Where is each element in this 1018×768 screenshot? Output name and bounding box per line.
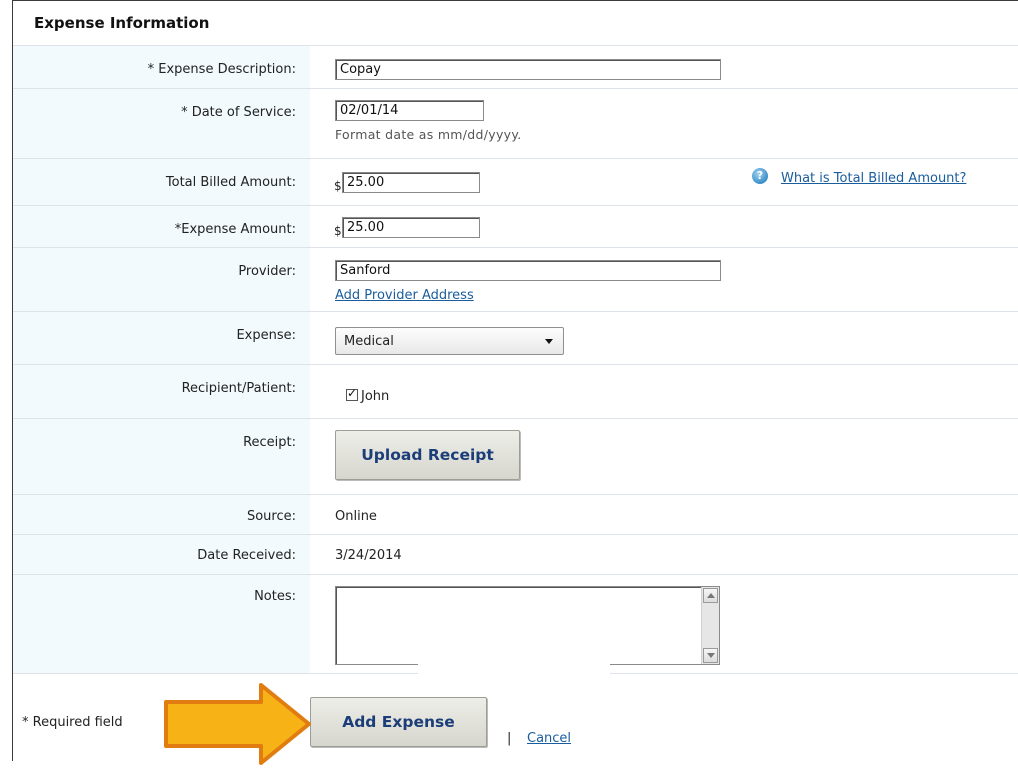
total-billed-amount-input[interactable]: 25.00 — [342, 172, 480, 193]
upload-receipt-button[interactable]: Upload Receipt — [335, 430, 520, 480]
row-recipient: Recipient/Patient: John — [13, 364, 1018, 419]
currency-symbol: $ — [334, 179, 342, 193]
row-provider: Provider: Sanford Add Provider Address — [13, 247, 1018, 312]
label-source: Source: — [246, 509, 296, 524]
label-total-billed-amount: Total Billed Amount: — [165, 175, 296, 190]
question-globe-icon[interactable]: ? — [752, 168, 768, 184]
scroll-down-icon[interactable] — [703, 648, 718, 663]
cancel-link[interactable]: Cancel — [527, 731, 571, 746]
label-provider: Provider: — [238, 264, 296, 279]
row-expense-description: * Expense Description: Copay — [13, 45, 1018, 89]
label-expense-description: * Expense Description: — [147, 62, 296, 77]
footer-separator: | — [507, 731, 512, 746]
recipient-john-label: John — [361, 389, 390, 404]
add-expense-button[interactable]: Add Expense — [310, 697, 487, 747]
recipient-john-checkbox[interactable] — [346, 386, 358, 401]
chevron-down-icon — [545, 339, 553, 344]
row-notes: Notes: — [13, 574, 1018, 674]
row-source: Source: Online — [13, 494, 1018, 535]
row-receipt: Receipt: Upload Receipt — [13, 418, 1018, 495]
expense-description-input[interactable]: Copay — [335, 59, 721, 80]
source-value: Online — [335, 509, 377, 524]
currency-symbol: $ — [334, 224, 342, 238]
expense-form-panel: Expense Information * Expense Descriptio… — [0, 0, 1018, 765]
scroll-up-icon[interactable] — [703, 588, 718, 603]
what-is-total-billed-link[interactable]: What is Total Billed Amount? — [781, 171, 966, 186]
date-received-value: 3/24/2014 — [335, 548, 402, 563]
date-format-hint: Format date as mm/dd/yyyy. — [335, 127, 522, 142]
expense-amount-input[interactable]: 25.00 — [342, 217, 480, 238]
row-expense-amount: *Expense Amount: $ 25.00 — [13, 205, 1018, 248]
expense-type-selected: Medical — [344, 334, 394, 349]
expense-type-select[interactable]: Medical — [335, 327, 564, 355]
arrow-right-icon — [164, 683, 311, 765]
label-recipient: Recipient/Patient: — [181, 381, 296, 396]
panel-top-border — [12, 0, 1018, 1]
required-field-note: * Required field — [22, 715, 123, 730]
add-provider-address-link[interactable]: Add Provider Address — [335, 288, 474, 303]
label-expense-amount: *Expense Amount: — [174, 222, 296, 237]
label-date-of-service: * Date of Service: — [181, 105, 296, 120]
section-title: Expense Information — [34, 14, 210, 32]
occlusion-patch — [418, 660, 610, 684]
label-notes: Notes: — [254, 589, 296, 604]
notes-scrollbar[interactable] — [701, 587, 719, 664]
label-date-received: Date Received: — [197, 548, 296, 563]
row-date-received: Date Received: 3/24/2014 — [13, 534, 1018, 575]
row-expense-type: Expense: Medical — [13, 311, 1018, 365]
provider-input[interactable]: Sanford — [335, 260, 721, 281]
label-receipt: Receipt: — [243, 435, 296, 450]
row-date-of-service: * Date of Service: 02/01/14 Format date … — [13, 88, 1018, 159]
label-expense: Expense: — [236, 328, 296, 343]
date-of-service-input[interactable]: 02/01/14 — [335, 100, 484, 121]
notes-textarea[interactable] — [335, 586, 720, 665]
